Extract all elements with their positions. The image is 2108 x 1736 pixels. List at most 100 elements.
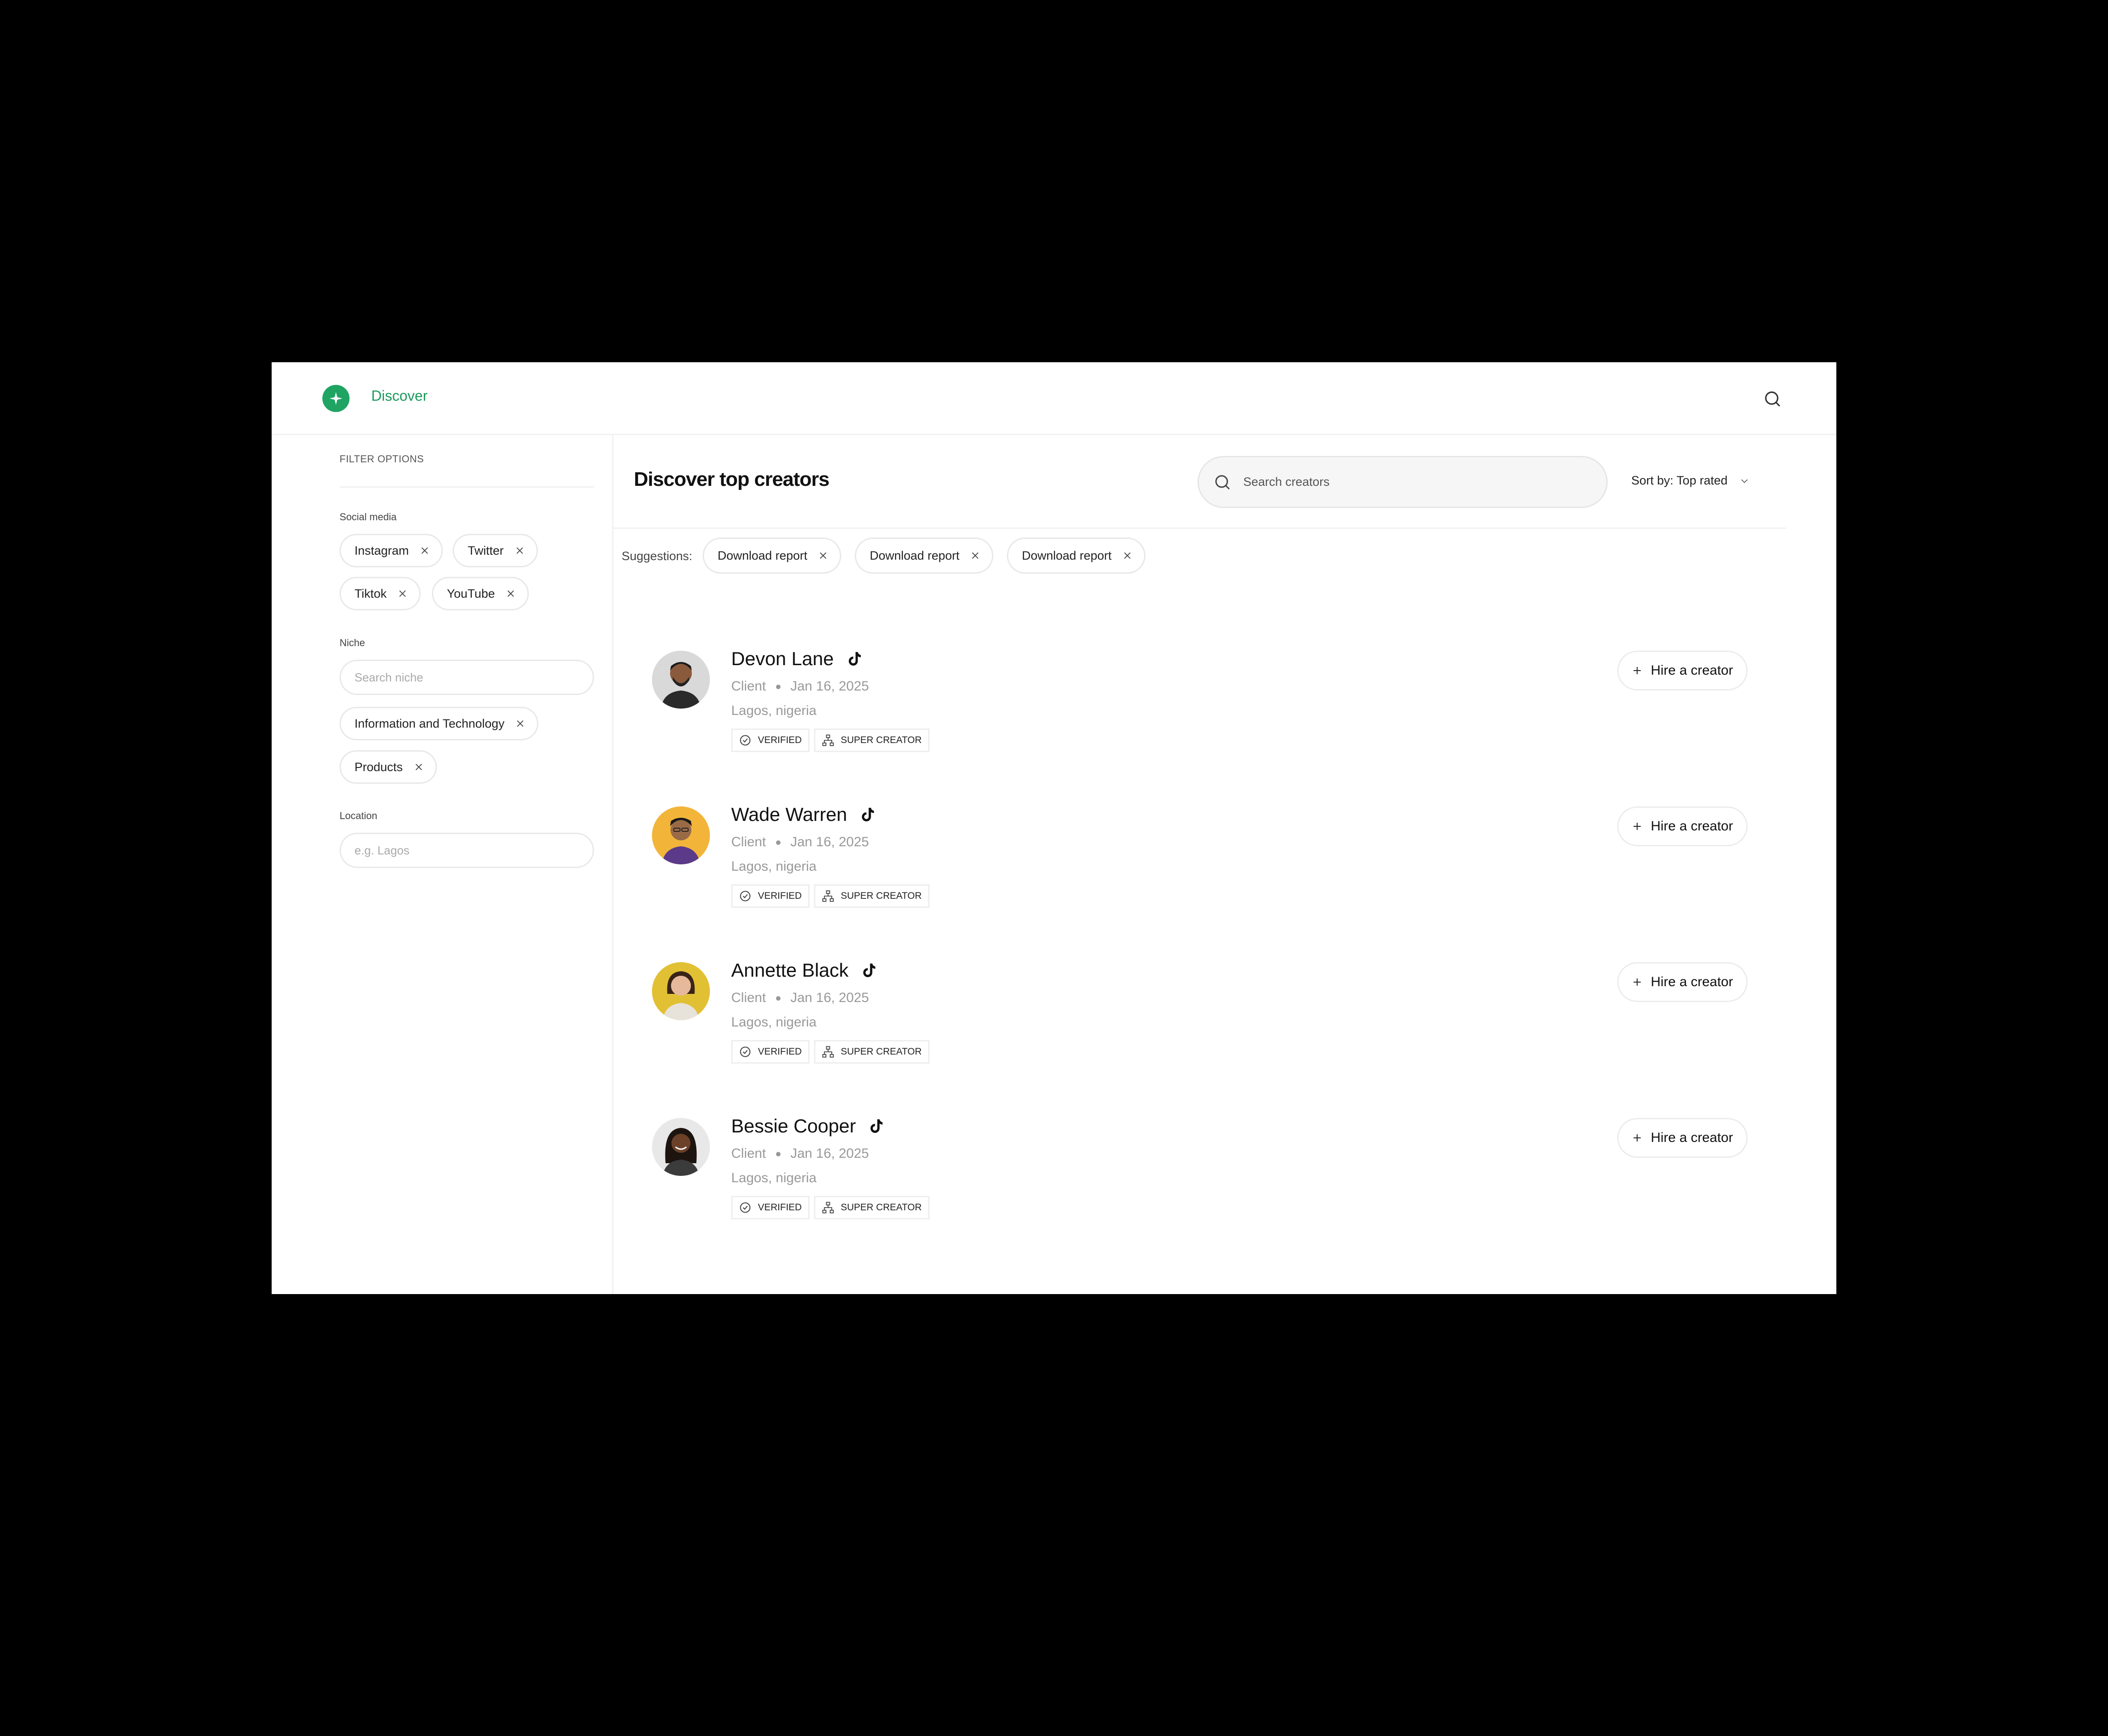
hierarchy-icon xyxy=(822,1046,834,1058)
location-input[interactable] xyxy=(340,833,594,868)
tiktok-icon xyxy=(863,964,876,977)
close-icon[interactable] xyxy=(818,551,828,561)
check-circle-icon xyxy=(740,1046,751,1057)
page-title: Discover top creators xyxy=(634,468,829,490)
avatar[interactable] xyxy=(652,651,710,709)
avatar[interactable] xyxy=(652,962,710,1020)
check-circle-icon xyxy=(740,735,751,746)
hierarchy-icon xyxy=(822,1202,834,1213)
search-icon[interactable] xyxy=(1763,389,1782,408)
avatar[interactable] xyxy=(652,806,710,864)
creator-meta: Client Jan 16, 2025 xyxy=(731,990,869,1006)
chip-label: Download report xyxy=(870,548,960,562)
sort-dropdown[interactable]: Sort by: Top rated xyxy=(1631,474,1749,488)
plus-icon xyxy=(1634,978,1641,986)
creator-role: Client xyxy=(731,1146,766,1161)
close-icon[interactable] xyxy=(420,546,430,556)
close-icon[interactable] xyxy=(515,546,525,556)
hierarchy-icon xyxy=(822,734,834,746)
creator-card: Devon Lane Client Jan 16, 2025 Lagos, nig… xyxy=(613,648,1836,786)
hire-creator-button[interactable]: Hire a creator xyxy=(1617,962,1748,1002)
creator-name[interactable]: Devon Lane xyxy=(731,648,864,670)
close-icon[interactable] xyxy=(1122,551,1132,561)
hierarchy-icon xyxy=(822,890,834,902)
location-label: Location xyxy=(340,810,378,821)
creator-name-text: Annette Black xyxy=(731,959,849,981)
creator-role: Client xyxy=(731,679,766,694)
creator-meta: Client Jan 16, 2025 xyxy=(731,834,869,850)
suggestion-chip[interactable]: Download report xyxy=(855,537,994,574)
chip-information-technology[interactable]: Information and Technology xyxy=(340,707,539,740)
chip-youtube[interactable]: YouTube xyxy=(432,577,529,610)
chip-instagram[interactable]: Instagram xyxy=(340,534,443,567)
logo-icon[interactable] xyxy=(322,385,350,412)
creator-role: Client xyxy=(731,834,766,849)
separator-dot xyxy=(776,685,781,690)
close-icon[interactable] xyxy=(398,589,407,599)
badge-label: SUPER CREATOR xyxy=(840,891,922,901)
divider xyxy=(340,486,594,488)
niche-label: Niche xyxy=(340,637,365,648)
creator-meta: Client Jan 16, 2025 xyxy=(731,679,869,694)
super-creator-badge: SUPER CREATOR xyxy=(814,1196,929,1219)
close-icon[interactable] xyxy=(506,589,516,599)
search-input[interactable] xyxy=(1242,475,1588,489)
chip-label: Twitter xyxy=(468,543,504,557)
avatar[interactable] xyxy=(652,1118,710,1176)
chip-tiktok[interactable]: Tiktok xyxy=(340,577,421,610)
creator-date: Jan 16, 2025 xyxy=(790,1146,869,1161)
close-icon[interactable] xyxy=(414,762,424,772)
creator-search[interactable] xyxy=(1198,456,1608,508)
verified-badge: VERIFIED xyxy=(731,1040,810,1064)
creator-name-text: Bessie Cooper xyxy=(731,1115,856,1137)
plus-icon xyxy=(1634,1134,1641,1141)
verified-badge: VERIFIED xyxy=(731,729,810,752)
chip-label: YouTube xyxy=(447,586,495,600)
creator-date: Jan 16, 2025 xyxy=(790,834,869,849)
verified-badge: VERIFIED xyxy=(731,1196,810,1219)
close-icon[interactable] xyxy=(970,551,980,561)
separator-dot xyxy=(776,1152,781,1157)
suggestion-chip[interactable]: Download report xyxy=(1007,537,1146,574)
badge-label: VERIFIED xyxy=(758,1202,802,1213)
creator-meta: Client Jan 16, 2025 xyxy=(731,1146,869,1161)
badge-label: SUPER CREATOR xyxy=(840,1202,922,1213)
chip-twitter[interactable]: Twitter xyxy=(453,534,538,567)
hire-creator-button[interactable]: Hire a creator xyxy=(1617,1118,1748,1158)
close-icon[interactable] xyxy=(515,719,525,729)
hire-label: Hire a creator xyxy=(1651,974,1733,989)
badge-label: SUPER CREATOR xyxy=(840,735,922,745)
creator-name[interactable]: Wade Warren xyxy=(731,804,877,825)
top-bar: Discover xyxy=(272,362,1836,435)
tiktok-icon xyxy=(871,1119,883,1133)
super-creator-badge: SUPER CREATOR xyxy=(814,729,929,752)
badge-group: VERIFIED SUPER CREATOR xyxy=(731,884,934,908)
check-circle-icon xyxy=(740,1202,751,1213)
creator-card: Annette Black Client Jan 16, 2025 Lagos, … xyxy=(613,959,1836,1098)
plus-icon xyxy=(1634,823,1641,830)
badge-group: VERIFIED SUPER CREATOR xyxy=(731,1196,934,1219)
badge-label: SUPER CREATOR xyxy=(840,1046,922,1057)
creator-name[interactable]: Bessie Cooper xyxy=(731,1115,886,1137)
hire-creator-button[interactable]: Hire a creator xyxy=(1617,806,1748,846)
suggestion-chip[interactable]: Download report xyxy=(703,537,842,574)
badge-group: VERIFIED SUPER CREATOR xyxy=(731,729,934,752)
check-circle-icon xyxy=(740,891,751,902)
divider xyxy=(613,528,1786,529)
hire-creator-button[interactable]: Hire a creator xyxy=(1617,651,1748,691)
sort-label: Sort by: Top rated xyxy=(1631,474,1728,487)
separator-dot xyxy=(776,996,781,1001)
niche-search-input[interactable] xyxy=(340,660,594,695)
chip-label: Download report xyxy=(718,548,808,562)
creator-name-text: Devon Lane xyxy=(731,648,834,669)
chip-products[interactable]: Products xyxy=(340,750,437,784)
creator-card: Bessie Cooper Client Jan 16, 2025 Lagos, … xyxy=(613,1115,1836,1254)
badge-group: VERIFIED SUPER CREATOR xyxy=(731,1040,934,1064)
creator-date: Jan 16, 2025 xyxy=(790,679,869,694)
app-window: Discover FILTER OPTIONS Social media Ins… xyxy=(272,362,1836,1294)
chip-label: Instagram xyxy=(355,543,409,557)
creator-name[interactable]: Annette Black xyxy=(731,959,878,981)
creator-card: Wade Warren Client Jan 16, 2025 Lagos, ni… xyxy=(613,804,1836,942)
chip-label: Tiktok xyxy=(355,586,387,600)
brand-name[interactable]: Discover xyxy=(371,388,427,404)
